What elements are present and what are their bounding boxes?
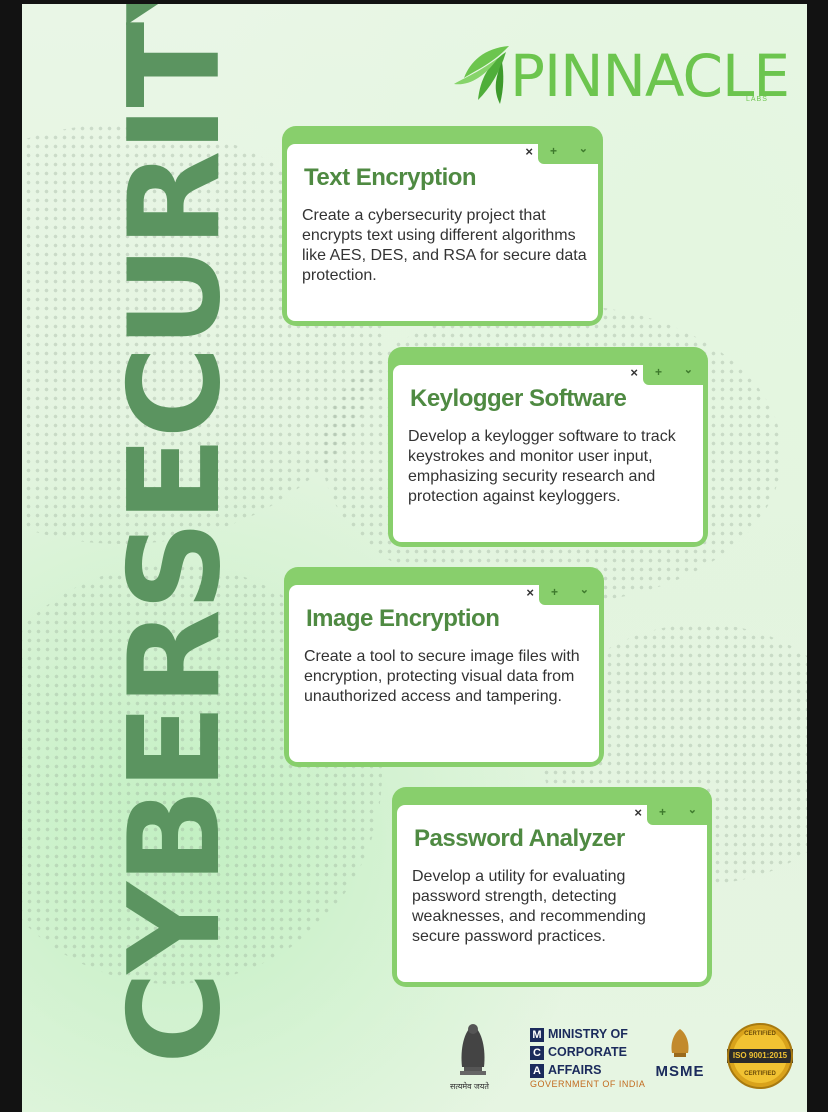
iso-text: ISO 9001:2015 (732, 1051, 788, 1060)
emblem-motto: सत्यमेव जयते (450, 1082, 489, 1091)
mca-logo: M MINISTRY OF C CORPORATE A AFFAIRS (530, 1025, 628, 1079)
card-title: Text Encryption (304, 164, 477, 191)
chevron-down-icon[interactable]: ⌄ (688, 803, 697, 816)
card-title: Keylogger Software (410, 385, 627, 412)
card-description: Develop a utility for evaluating passwor… (412, 868, 646, 945)
mca-line: AFFAIRS (548, 1063, 602, 1077)
card-tab-controls: + ⌄ (647, 803, 707, 825)
mca-letter: C (530, 1046, 544, 1060)
iso-bottom-label: CERTIFIED (744, 1071, 776, 1077)
logo-subtext: LABS (746, 96, 768, 103)
iso-badge: ISO 9001:2015 CERTIFIED CERTIFIED (727, 1023, 793, 1094)
project-card-image-encryption: + ⌄ × Image Encryption Create a tool to … (284, 567, 604, 767)
project-card-password-analyzer: + ⌄ × Password Analyzer Develop a utilit… (392, 787, 712, 987)
close-icon[interactable]: × (525, 144, 533, 159)
plus-icon[interactable]: + (655, 365, 662, 379)
card-description: Create a tool to secure image files with… (304, 648, 580, 705)
plus-icon[interactable]: + (550, 144, 557, 158)
national-emblem-icon (460, 1024, 486, 1075)
vertical-title: CYBERSECURITY (101, 4, 248, 1064)
card-tab-controls: + ⌄ (539, 583, 599, 605)
pinnacle-logo: PINNACLE LABS (454, 44, 794, 114)
close-icon[interactable]: × (634, 805, 642, 820)
card-tab-controls: + ⌄ (643, 363, 703, 385)
close-icon[interactable]: × (526, 585, 534, 600)
card-tab-controls: + ⌄ (538, 142, 598, 164)
card-title: Image Encryption (306, 605, 500, 632)
card-description: Develop a keylogger software to track ke… (408, 428, 676, 505)
msme-logo: MSME (650, 1025, 710, 1094)
mca-line: CORPORATE (548, 1045, 627, 1059)
iso-top-label: CERTIFIED (744, 1031, 776, 1037)
chevron-down-icon[interactable]: ⌄ (684, 363, 693, 376)
card-description: Create a cybersecurity project that encr… (302, 207, 587, 284)
chevron-down-icon[interactable]: ⌄ (580, 583, 589, 596)
project-card-keylogger-software: + ⌄ × Keylogger Software Develop a keylo… (388, 347, 708, 547)
mca-letter: M (530, 1028, 544, 1042)
close-icon[interactable]: × (630, 365, 638, 380)
mca-letter: A (530, 1064, 544, 1078)
plus-icon[interactable]: + (551, 585, 558, 599)
msme-wordmark: MSME (655, 1063, 705, 1080)
plus-icon[interactable]: + (659, 805, 666, 819)
mca-subtitle: GOVERNMENT OF INDIA (530, 1079, 646, 1089)
poster: CYBERSECURITY PINNACLE LABS + ⌄ × Text E… (22, 4, 807, 1112)
project-card-text-encryption: + ⌄ × Text Encryption Create a cybersecu… (282, 126, 603, 326)
chevron-down-icon[interactable]: ⌄ (579, 142, 588, 155)
leaf-icon (454, 46, 509, 104)
mca-line: MINISTRY OF (548, 1027, 628, 1041)
footer-logos: सत्यमेव जयते M MINISTRY OF C CORPORATE A AF… (450, 1019, 807, 1099)
card-title: Password Analyzer (414, 825, 625, 852)
